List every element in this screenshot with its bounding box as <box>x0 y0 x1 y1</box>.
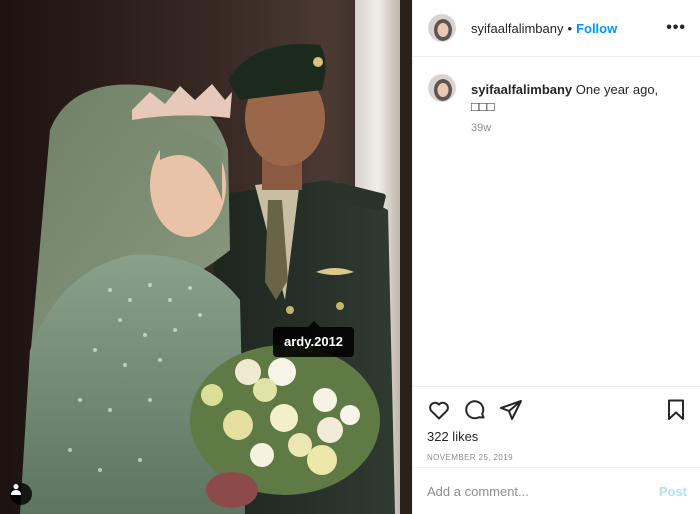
user-tag-bubble[interactable]: ardy.2012 <box>273 321 355 357</box>
person-icon <box>11 484 21 495</box>
caption-body: syifaalfalimbany One year ago, □□□ 39w <box>471 81 685 134</box>
action-bar <box>427 387 688 427</box>
post-panel: syifaalfalimbany • Follow ••• syifaalfal… <box>412 0 700 514</box>
author-avatar[interactable] <box>428 14 456 42</box>
likes-count[interactable]: 322 likes <box>427 427 688 447</box>
follow-button[interactable]: Follow <box>576 21 617 36</box>
post-header: syifaalfalimbany • Follow ••• <box>413 0 700 57</box>
separator-dot: • <box>567 20 573 36</box>
comment-input[interactable] <box>427 483 659 499</box>
caption-username[interactable]: syifaalfalimbany <box>471 82 572 97</box>
post-comment-button[interactable]: Post <box>659 484 687 499</box>
wedding-photo <box>0 0 412 514</box>
actions-section: 322 likes NOVEMBER 25, 2019 <box>413 386 700 462</box>
caption: syifaalfalimbany One year ago, □□□ 39w <box>428 74 685 134</box>
avatar-image <box>429 15 455 41</box>
avatar-image <box>429 75 455 101</box>
caption-avatar[interactable] <box>428 74 456 102</box>
more-options-icon[interactable]: ••• <box>666 19 686 37</box>
comments-section: syifaalfalimbany One year ago, □□□ 39w <box>413 57 700 386</box>
author-username[interactable]: syifaalfalimbany <box>471 21 564 36</box>
tagged-users-button[interactable] <box>10 483 32 505</box>
like-heart-icon[interactable] <box>427 398 451 422</box>
post-date[interactable]: NOVEMBER 25, 2019 <box>427 453 688 462</box>
share-paper-plane-icon[interactable] <box>499 398 523 422</box>
caption-timestamp[interactable]: 39w <box>471 122 685 134</box>
add-comment-bar: Post <box>413 467 700 514</box>
post-photo[interactable]: ardy.2012 <box>0 0 412 514</box>
caption-text: syifaalfalimbany One year ago, □□□ <box>471 81 685 115</box>
comment-bubble-icon[interactable] <box>463 398 487 422</box>
bookmark-icon[interactable] <box>664 398 688 422</box>
user-tag-label: ardy.2012 <box>284 334 344 349</box>
